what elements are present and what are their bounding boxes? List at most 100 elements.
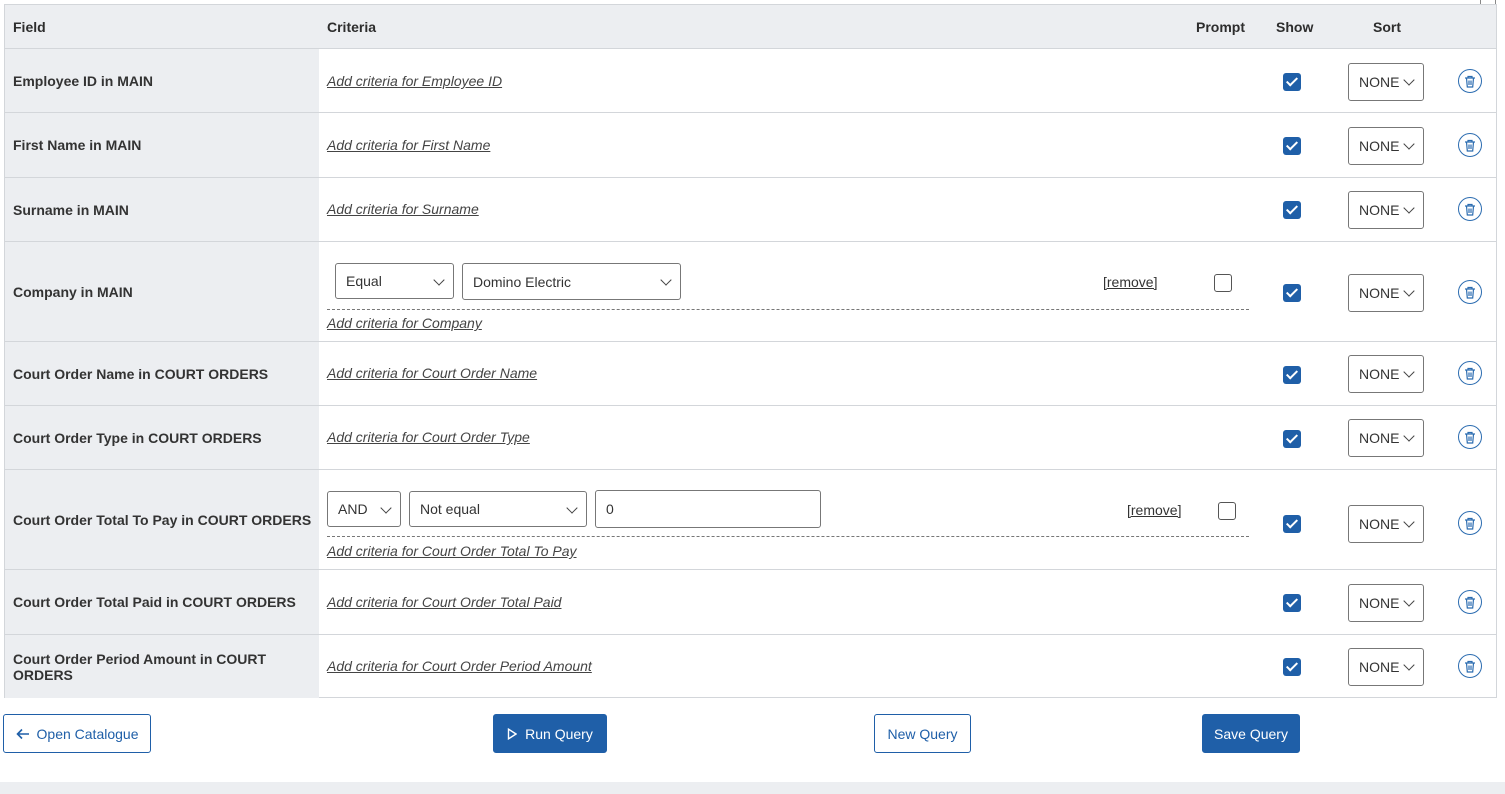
chevron-down-icon [1403,595,1415,607]
table-row: Employee ID in MAIN Add criteria for Emp… [5,49,1496,113]
delete-row-button[interactable] [1458,133,1482,157]
chevron-down-icon [433,274,445,286]
table-row: Court Order Type in COURT ORDERS Add cri… [5,406,1496,470]
chevron-down-icon [380,502,392,514]
add-criteria-link[interactable]: Add criteria for Court Order Total Paid [327,594,561,610]
criteria-value-input[interactable]: 0 [595,490,821,528]
table-row: Court Order Total Paid in COURT ORDERS A… [5,570,1496,635]
sort-select-value: NONE [1359,366,1400,382]
chevron-down-icon [566,502,578,514]
sort-select-value: NONE [1359,659,1400,675]
operator-select-value: Equal [346,273,382,289]
add-criteria-link[interactable]: Add criteria for Company [327,315,482,331]
chevron-down-icon [1403,366,1415,378]
run-query-label: Run Query [525,725,593,742]
show-checkbox[interactable] [1283,594,1301,612]
sort-select[interactable]: NONE [1348,274,1424,312]
criteria-value-text: 0 [606,501,614,517]
sort-select[interactable]: NONE [1348,191,1424,229]
header-show: Show [1276,19,1314,35]
add-criteria-link[interactable]: Add criteria for Court Order Total To Pa… [327,543,577,559]
trash-icon [1465,75,1475,88]
sort-select[interactable]: NONE [1348,584,1424,622]
field-name: Court Order Total Paid in COURT ORDERS [5,570,319,634]
operator-select[interactable]: Equal [335,263,454,299]
delete-row-button[interactable] [1458,590,1482,614]
show-checkbox[interactable] [1283,366,1301,384]
table-row: Court Order Name in COURT ORDERS Add cri… [5,342,1496,406]
save-query-button[interactable]: Save Query [1202,714,1300,753]
chevron-down-icon [1403,202,1415,214]
delete-row-button[interactable] [1458,425,1482,449]
sort-select-value: NONE [1359,138,1400,154]
prompt-checkbox[interactable] [1218,502,1236,520]
trash-icon [1465,517,1475,530]
show-checkbox[interactable] [1283,430,1301,448]
query-grid: Field Criteria Prompt Show Sort Employee… [4,4,1497,698]
header-field: Field [13,19,46,35]
show-checkbox[interactable] [1283,658,1301,676]
field-name: Employee ID in MAIN [5,49,319,112]
add-criteria-link[interactable]: Add criteria for Employee ID [327,73,502,89]
field-name: Surname in MAIN [5,178,319,241]
delete-row-button[interactable] [1458,654,1482,678]
delete-row-button[interactable] [1458,197,1482,221]
header-sort: Sort [1373,19,1401,35]
show-checkbox[interactable] [1283,137,1301,155]
page-footer [0,782,1505,794]
remove-criterion-link[interactable]: [remove] [1127,502,1181,518]
show-checkbox[interactable] [1283,73,1301,91]
sort-select[interactable]: NONE [1348,505,1424,543]
run-query-button[interactable]: Run Query [493,714,607,753]
delete-row-button[interactable] [1458,511,1482,535]
open-catalogue-button[interactable]: Open Catalogue [3,714,151,753]
trash-icon [1465,660,1475,673]
sort-select[interactable]: NONE [1348,419,1424,457]
sort-select[interactable]: NONE [1348,127,1424,165]
show-checkbox[interactable] [1283,201,1301,219]
new-query-label: New Query [887,725,958,742]
grid-header: Field Criteria Prompt Show Sort [5,5,1496,49]
sort-select[interactable]: NONE [1348,355,1424,393]
delete-row-button[interactable] [1458,69,1482,93]
sort-select[interactable]: NONE [1348,63,1424,101]
sort-select-value: NONE [1359,516,1400,532]
add-criteria-link[interactable]: Add criteria for Court Order Period Amou… [327,658,592,674]
add-criteria-link[interactable]: Add criteria for Surname [327,201,479,217]
trash-icon [1465,596,1475,609]
open-catalogue-label: Open Catalogue [36,725,139,742]
chevron-down-icon [1403,430,1415,442]
chevron-down-icon [1403,285,1415,297]
chevron-down-icon [1403,516,1415,528]
trash-icon [1465,431,1475,444]
show-checkbox[interactable] [1283,284,1301,302]
field-name: Company in MAIN [5,242,319,341]
delete-row-button[interactable] [1458,361,1482,385]
sort-select-value: NONE [1359,74,1400,90]
add-criteria-link[interactable]: Add criteria for Court Order Type [327,429,530,445]
trash-icon [1465,286,1475,299]
sort-select[interactable]: NONE [1348,648,1424,686]
conjunction-select-value: AND [338,501,368,517]
field-name: Court Order Type in COURT ORDERS [5,406,319,469]
value-select[interactable]: Domino Electric [462,263,681,300]
field-name: Court Order Name in COURT ORDERS [5,342,319,405]
new-query-button[interactable]: New Query [874,714,971,753]
add-criteria-link[interactable]: Add criteria for First Name [327,137,490,153]
chevron-down-icon [1403,659,1415,671]
conjunction-select[interactable]: AND [327,491,401,527]
field-name: Court Order Period Amount in COURT ORDER… [5,635,319,698]
show-checkbox[interactable] [1283,515,1301,533]
chevron-down-icon [1403,138,1415,150]
header-criteria: Criteria [327,19,377,35]
delete-row-button[interactable] [1458,280,1482,304]
remove-criterion-link[interactable]: [remove] [1103,274,1157,290]
table-row: Court Order Period Amount in COURT ORDER… [5,635,1496,698]
operator-select-value: Not equal [420,501,480,517]
prompt-checkbox[interactable] [1214,274,1232,292]
sort-select-value: NONE [1359,285,1400,301]
operator-select[interactable]: Not equal [409,491,587,527]
save-query-label: Save Query [1214,725,1288,742]
header-prompt: Prompt [1196,19,1245,35]
add-criteria-link[interactable]: Add criteria for Court Order Name [327,365,537,381]
